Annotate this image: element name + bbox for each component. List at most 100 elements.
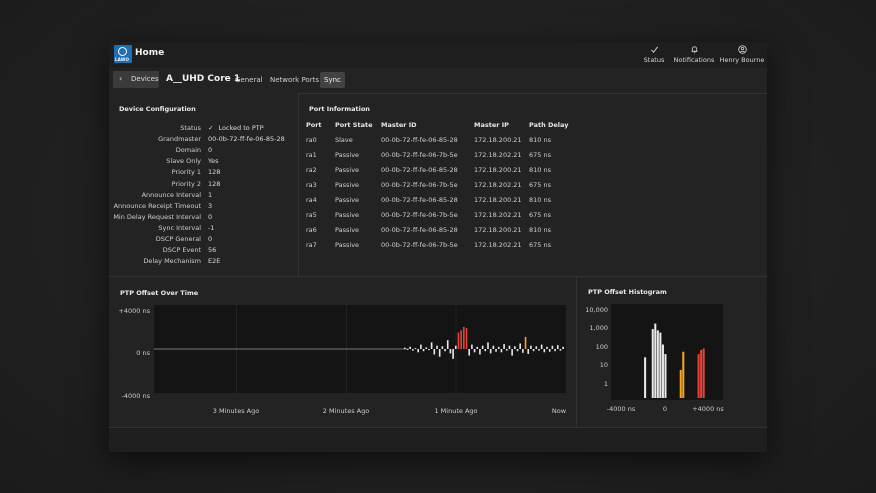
offset-bar — [449, 349, 452, 354]
config-row: Delay Mechanism E2E — [109, 257, 294, 268]
histogram-bar — [656, 330, 659, 398]
x-tick-label: Now — [552, 407, 567, 415]
config-value: -1 — [208, 223, 215, 232]
table-cell: 810 ns — [529, 225, 551, 234]
table-cell: Passive — [335, 210, 360, 219]
offset-histogram-chart: 10,000 1,000 100 10 1 -4000 ns 0 +4000 n… — [585, 304, 724, 413]
config-value: 0 — [208, 235, 213, 243]
tab-general[interactable]: General — [231, 72, 267, 88]
config-key: Priority 1 — [171, 168, 201, 177]
offset-bar — [489, 349, 492, 354]
x-tick-label: 1 Minute Ago — [434, 407, 477, 415]
table-cell: 172.18.200.21 — [474, 165, 522, 174]
notifications-label: Notifications — [673, 56, 715, 64]
port-info-table: Port Port State Master ID Master IP Path Del… — [306, 118, 579, 252]
device-title: A__UHD Core 1 — [166, 74, 241, 84]
table-cell: 00-0b-72-ff-fe-06-7b-5e — [381, 180, 458, 189]
offset-bar — [559, 349, 562, 351]
panel-divider — [298, 93, 299, 276]
user-name: Henry Bourne — [719, 56, 765, 64]
y-tick-label: 1 — [604, 380, 608, 388]
offset-bar — [495, 349, 497, 352]
config-key: Priority 2 — [171, 179, 201, 188]
offset-bar — [446, 340, 449, 349]
offset-bar — [425, 347, 428, 349]
offset-bar — [465, 328, 468, 349]
user-button[interactable]: Henry Bourne — [719, 45, 765, 67]
offset-bar — [473, 349, 476, 353]
device-toolbar: ‹ Devices A__UHD Core 1 General Network … — [109, 68, 767, 94]
lawo-logo[interactable]: LAWO — [114, 45, 132, 63]
back-to-devices-button[interactable]: ‹ Devices — [113, 71, 159, 88]
offset-bar — [414, 348, 417, 349]
column-header: Path Delay — [529, 121, 569, 129]
user-icon — [737, 45, 747, 54]
table-cell: ra4 — [306, 195, 317, 204]
section-divider — [109, 276, 767, 277]
table-cell: Passive — [335, 150, 360, 159]
offset-bar — [479, 349, 481, 355]
offset-bar — [412, 349, 414, 351]
offset-bar — [532, 349, 535, 352]
table-row: ra2 Passive 00-0b-72-ff-fe-06-85-28 172.18.… — [306, 162, 579, 177]
x-tick-label: 3 Minutes Ago — [213, 407, 259, 415]
histogram-bar — [682, 351, 685, 398]
offset-bar — [484, 349, 487, 352]
config-row: Min Delay Request Interval 0 — [109, 213, 294, 224]
offset-bar — [516, 349, 519, 352]
offset-bar — [505, 349, 508, 351]
back-button-label: Devices — [131, 75, 159, 83]
port-info-title: Port Information — [309, 105, 370, 113]
table-header-row: Port Port State Master ID Master IP Path Del… — [306, 118, 579, 132]
table-cell: ra2 — [306, 165, 317, 174]
table-cell: ra3 — [306, 180, 317, 189]
offset-bar — [511, 349, 513, 356]
table-cell: ra7 — [306, 240, 317, 249]
plot-area — [611, 304, 723, 400]
offset-bar — [476, 346, 479, 349]
offset-bar — [452, 349, 454, 359]
offset-bar — [551, 345, 554, 349]
offset-bar — [514, 346, 516, 349]
notifications-button[interactable]: Notifications — [671, 45, 717, 67]
offset-bar — [527, 349, 530, 354]
tab-network-ports[interactable]: Network Ports — [266, 72, 323, 88]
footer-bar — [109, 428, 767, 452]
y-tick-label: 0 ns — [136, 349, 150, 357]
offset-bar — [548, 349, 551, 352]
config-row: Grandmaster 00-0b-72-ff-fe-06-85-28 — [109, 135, 294, 146]
table-cell: 810 ns — [529, 135, 551, 144]
histogram-bar — [651, 329, 654, 398]
config-value: ✓ Locked to PTP — [208, 124, 264, 132]
table-cell: ra0 — [306, 135, 317, 144]
config-value: 00-0b-72-ff-fe-06-85-28 — [208, 135, 285, 144]
offset-bar — [524, 336, 527, 349]
table-cell: 172.18.202.21 — [474, 180, 522, 189]
offset-bar — [519, 343, 521, 349]
y-tick-label: 100 — [596, 343, 608, 351]
column-header: Master ID — [381, 121, 417, 129]
config-row: DSCP General 0 — [109, 235, 294, 246]
offset-bar — [487, 342, 489, 349]
check-icon: ✓ — [208, 124, 214, 132]
offset-bar — [562, 346, 564, 349]
config-key: Announce Receipt Timeout — [113, 201, 201, 210]
offset-bar — [457, 332, 460, 349]
column-header: Port State — [335, 121, 373, 129]
table-row: ra3 Passive 00-0b-72-ff-fe-06-7b-5e 172.18.… — [306, 177, 579, 192]
status-button[interactable]: Status — [637, 45, 671, 67]
tab-sync[interactable]: Sync — [320, 72, 345, 88]
check-icon — [650, 46, 658, 53]
table-cell: 172.18.202.21 — [474, 150, 522, 159]
table-cell: 00-0b-72-ff-fe-06-7b-5e — [381, 240, 458, 249]
table-cell: 675 ns — [529, 240, 551, 249]
table-cell: 172.18.200.21 — [474, 225, 522, 234]
offset-bar — [497, 346, 500, 349]
table-cell: ra6 — [306, 225, 317, 234]
offset-over-time-title: PTP Offset Over Time — [120, 289, 199, 297]
table-row: ra5 Passive 00-0b-72-ff-fe-06-7b-5e 172.18.… — [306, 207, 579, 222]
x-tick-label: 2 Minutes Ago — [323, 407, 369, 415]
histogram-bar — [644, 357, 647, 398]
app-window: LAWO Home Status Notifications Henry Bou… — [109, 42, 767, 452]
config-key: Status — [180, 124, 201, 132]
